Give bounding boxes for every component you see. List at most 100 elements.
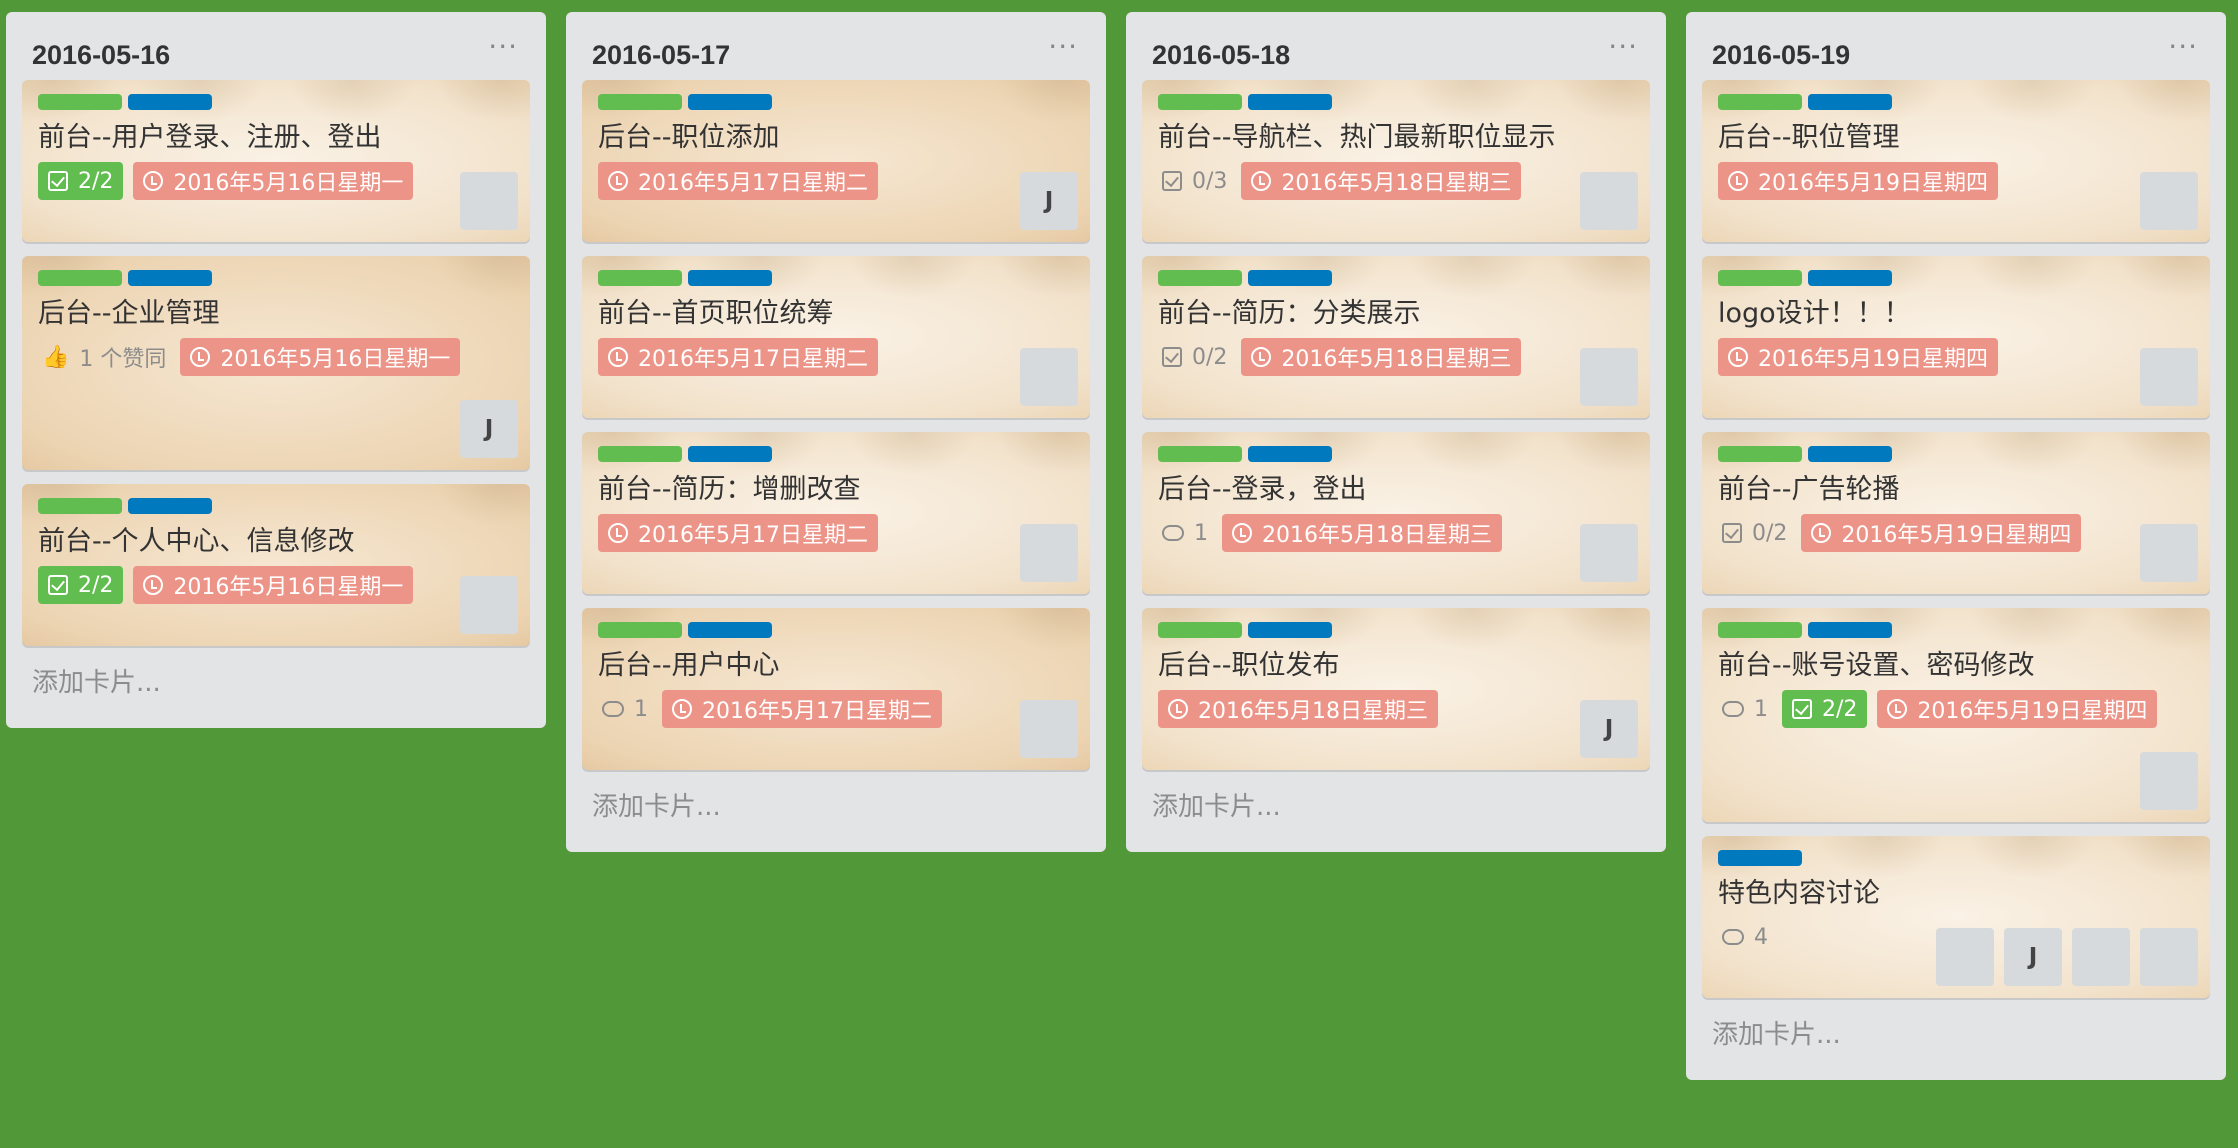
member-avatar[interactable] [2140, 752, 2198, 810]
green-label [1158, 94, 1242, 110]
card-title: 后台--职位发布 [1158, 650, 1340, 681]
member-avatar[interactable] [1020, 524, 1078, 582]
card-labels [1158, 446, 1634, 463]
clock-icon [1232, 523, 1252, 543]
list-header: 2016-05-17 ··· [582, 12, 1090, 80]
due-date-badge: 2016年5月17日星期二 [598, 338, 878, 376]
blue-label [688, 622, 772, 638]
list-menu-icon[interactable]: ··· [1048, 30, 1078, 63]
card-labels [1718, 622, 2194, 639]
card-labels [38, 498, 514, 515]
member-avatar[interactable] [460, 172, 518, 230]
list-title[interactable]: 2016-05-19 [1712, 40, 1850, 71]
list-title[interactable]: 2016-05-17 [592, 40, 730, 71]
card[interactable]: 后台--职位发布 2016年5月18日星期三 J [1142, 608, 1650, 770]
card[interactable]: 特色内容讨论 4 J [1702, 836, 2210, 998]
green-label [598, 94, 682, 110]
card-title: logo设计！！！ [1718, 298, 1911, 329]
card[interactable]: 前台--简历：增删改查 2016年5月17日星期二 [582, 432, 1090, 594]
member-avatar[interactable] [2140, 348, 2198, 406]
clock-icon [1887, 699, 1908, 719]
list-menu-icon[interactable]: ··· [488, 30, 518, 63]
card[interactable]: 前台--个人中心、信息修改 2/2 2016年5月16日星期一 [22, 484, 530, 646]
checklist-icon [1162, 347, 1182, 367]
card-title: 前台--账号设置、密码修改 [1718, 650, 2035, 681]
list-menu-icon[interactable]: ··· [1608, 30, 1638, 63]
card[interactable]: 后台--登录，登出 1 2016年5月18日星期三 [1142, 432, 1650, 594]
member-avatar[interactable] [2140, 524, 2198, 582]
card-title: 前台--简历：分类展示 [1158, 298, 1421, 329]
member-avatar[interactable] [1020, 348, 1078, 406]
due-date-badge: 2016年5月16日星期一 [133, 566, 414, 604]
card[interactable]: 前台--简历：分类展示 0/2 2016年5月18日星期三 [1142, 256, 1650, 418]
member-avatar[interactable] [1580, 172, 1638, 230]
card[interactable]: 后台--企业管理 👍 1 个赞同 2016年5月16日星期一 J [22, 256, 530, 470]
clock-icon [190, 347, 211, 367]
card[interactable]: 前台--首页职位统筹 2016年5月17日星期二 [582, 256, 1090, 418]
member-avatar[interactable]: J [460, 400, 518, 458]
due-date-badge: 2016年5月19日星期四 [1877, 690, 2158, 728]
due-date-badge: 2016年5月19日星期四 [1718, 338, 1998, 376]
card[interactable]: 后台--职位管理 2016年5月19日星期四 [1702, 80, 2210, 242]
list-2016-05-19: 2016-05-19 ··· 后台--职位管理 2016年5月19日星期四 lo… [1686, 12, 2226, 1080]
blue-label [128, 270, 212, 286]
due-date-badge: 2016年5月19日星期四 [1718, 162, 1998, 200]
card[interactable]: logo设计！！！ 2016年5月19日星期四 [1702, 256, 2210, 418]
card[interactable]: 前台--账号设置、密码修改 1 2/2 2016年5月19日星期四 [1702, 608, 2210, 822]
card[interactable]: 前台--导航栏、热门最新职位显示 0/3 2016年5月18日星期三 [1142, 80, 1650, 242]
card-labels [1158, 94, 1634, 111]
add-card-button[interactable]: 添加卡片... [582, 784, 1090, 844]
clock-icon [608, 347, 628, 367]
member-avatar[interactable] [2140, 172, 2198, 230]
green-label [598, 270, 682, 286]
card[interactable]: 前台--用户登录、注册、登出 2/2 2016年5月16日星期一 [22, 80, 530, 242]
clock-icon [608, 171, 628, 191]
clock-icon [1251, 347, 1272, 367]
comments-badge: 1 [598, 690, 652, 728]
list-header: 2016-05-18 ··· [1142, 12, 1650, 80]
member-avatar[interactable]: J [1020, 172, 1078, 230]
member-avatar[interactable]: J [2004, 928, 2062, 986]
list-title[interactable]: 2016-05-16 [32, 40, 170, 71]
member-avatar[interactable] [1936, 928, 1994, 986]
card-title: 后台--登录，登出 [1158, 474, 1367, 505]
list-2016-05-17: 2016-05-17 ··· 后台--职位添加 2016年5月17日星期二 J … [566, 12, 1106, 852]
card-badges: 2016年5月17日星期二 [598, 513, 1074, 553]
add-card-button[interactable]: 添加卡片... [1142, 784, 1650, 844]
list-2016-05-16: 2016-05-16 ··· 前台--用户登录、注册、登出 2/2 2016年5… [6, 12, 546, 728]
member-avatar[interactable] [1020, 700, 1078, 758]
green-label [1158, 446, 1242, 462]
card-title: 后台--职位添加 [598, 122, 780, 153]
card[interactable]: 前台--广告轮播 0/2 2016年5月19日星期四 [1702, 432, 2210, 594]
add-card-button[interactable]: 添加卡片... [22, 660, 530, 720]
comment-icon [1722, 929, 1744, 945]
green-label [1158, 622, 1242, 638]
clock-icon [608, 523, 628, 543]
clock-icon [672, 699, 692, 719]
card-labels [598, 270, 1074, 287]
add-card-button[interactable]: 添加卡片... [1702, 1012, 2210, 1072]
green-label [598, 446, 682, 462]
blue-label [1808, 622, 1892, 638]
card[interactable]: 后台--用户中心 1 2016年5月17日星期二 [582, 608, 1090, 770]
card-badges: 0/2 2016年5月18日星期三 [1158, 337, 1634, 377]
member-avatar[interactable] [2072, 928, 2130, 986]
member-avatar[interactable] [1580, 348, 1638, 406]
list-title[interactable]: 2016-05-18 [1152, 40, 1290, 71]
card-labels [38, 270, 514, 287]
card-title: 特色内容讨论 [1718, 878, 1880, 909]
card-badges: 1 2016年5月17日星期二 [598, 689, 1074, 729]
member-avatar[interactable]: J [1580, 700, 1638, 758]
list-header: 2016-05-16 ··· [22, 12, 530, 80]
clock-icon [1811, 523, 1832, 543]
blue-label [1718, 850, 1802, 866]
card-badges: 2/2 2016年5月16日星期一 [38, 565, 514, 605]
member-avatar[interactable] [1580, 524, 1638, 582]
card[interactable]: 后台--职位添加 2016年5月17日星期二 J [582, 80, 1090, 242]
card-title: 后台--企业管理 [38, 298, 220, 329]
list-menu-icon[interactable]: ··· [2168, 30, 2198, 63]
clock-icon [1168, 699, 1188, 719]
member-avatar[interactable] [460, 576, 518, 634]
checklist-icon [1162, 171, 1182, 191]
member-avatar[interactable] [2140, 928, 2198, 986]
